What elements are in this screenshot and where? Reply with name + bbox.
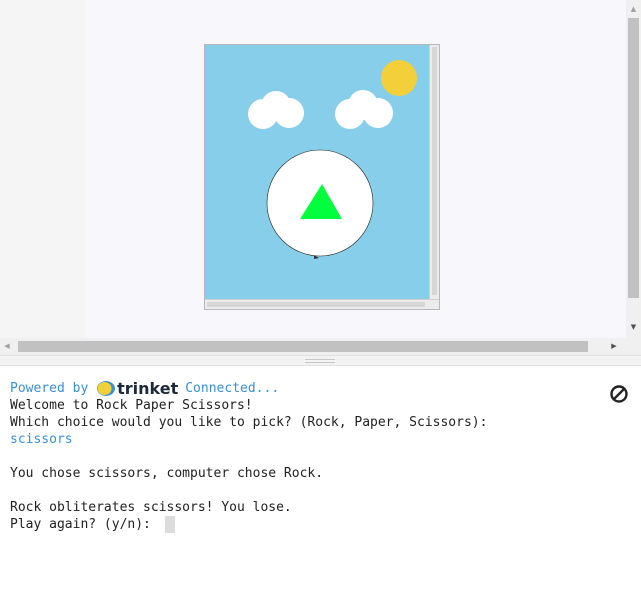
scroll-up-icon[interactable]: ▲ bbox=[629, 4, 638, 14]
powered-by-label: Powered by bbox=[10, 381, 89, 396]
console-output[interactable]: Powered by trinket Connected... Welcome t… bbox=[0, 366, 641, 609]
scroll-thumb[interactable] bbox=[18, 341, 588, 352]
graphics-vertical-scrollbar[interactable]: ▲ ▼ bbox=[626, 0, 641, 338]
scroll-left-icon[interactable]: ◀ bbox=[2, 341, 12, 352]
trinket-logo-icon bbox=[97, 381, 116, 396]
connection-status: Connected... bbox=[185, 381, 280, 396]
resize-grip-icon[interactable] bbox=[305, 359, 335, 363]
console-line: You chose scissors, computer chose Rock. bbox=[10, 466, 324, 481]
console-header: Powered by trinket Connected... bbox=[10, 380, 631, 397]
console-input-cursor[interactable] bbox=[164, 516, 175, 533]
canvas-horizontal-scrollbar[interactable] bbox=[205, 299, 439, 309]
console-prompt: Play again? (y/n): bbox=[10, 517, 159, 532]
graphics-output-pane: ▲ ▼ ◀ ▶ bbox=[0, 0, 641, 355]
console-prompt-line[interactable]: Play again? (y/n): bbox=[10, 516, 631, 533]
turtle-canvas-frame bbox=[204, 44, 440, 310]
turtle-canvas[interactable] bbox=[205, 45, 430, 300]
stop-icon[interactable] bbox=[609, 384, 629, 404]
scroll-thumb[interactable] bbox=[628, 18, 639, 298]
graphics-horizontal-scrollbar[interactable]: ◀ ▶ bbox=[0, 338, 641, 355]
sun-icon bbox=[381, 60, 417, 96]
console-line: Welcome to Rock Paper Scissors! bbox=[10, 398, 253, 413]
console-line: Rock obliterates scissors! You lose. bbox=[10, 500, 292, 515]
trinket-brand[interactable]: trinket bbox=[96, 380, 185, 397]
trinket-brand-name: trinket bbox=[117, 379, 179, 398]
scroll-right-icon[interactable]: ▶ bbox=[609, 341, 619, 352]
scroll-down-icon[interactable]: ▼ bbox=[629, 322, 638, 332]
pane-resize-handle[interactable] bbox=[0, 355, 641, 366]
console-user-input: scissors bbox=[10, 432, 73, 447]
canvas-vertical-scrollbar[interactable] bbox=[429, 45, 439, 300]
console-line: Which choice would you like to pick? (Ro… bbox=[10, 415, 488, 430]
